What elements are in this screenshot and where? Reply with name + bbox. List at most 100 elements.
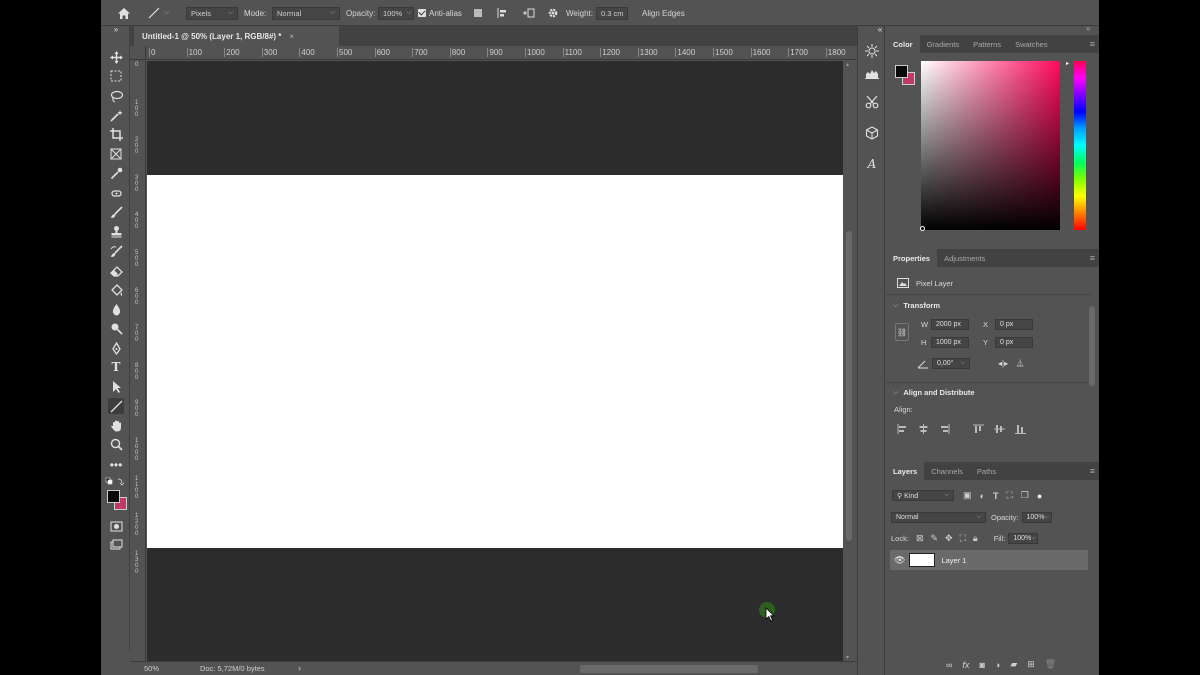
pixels-dropdown[interactable]: Pixels ⌵ <box>186 6 238 20</box>
dodge-tool-icon[interactable] <box>108 320 124 336</box>
lock-position-icon[interactable]: ✥ <box>945 533 953 544</box>
add-mask-icon[interactable]: ◙ <box>979 660 984 670</box>
hand-tool-icon[interactable] <box>108 417 124 433</box>
align-center-horizontal-icon[interactable] <box>918 424 929 434</box>
flip-horizontal-icon[interactable]: ◂|▸ <box>998 359 1008 368</box>
layer-opacity-field[interactable]: 100% ⌵ <box>1021 512 1052 523</box>
tab-layers[interactable]: Layers <box>886 462 925 480</box>
scroll-up-icon[interactable]: ▴ <box>846 61 849 68</box>
layer-row[interactable]: 👁︎ Layer 1 <box>890 550 1088 570</box>
align-left-icon[interactable] <box>897 424 908 434</box>
scroll-down-icon[interactable]: ▾ <box>846 654 849 661</box>
move-tool-icon[interactable] <box>108 49 124 65</box>
screen-mode-icon[interactable] <box>108 537 124 553</box>
tab-paths[interactable]: Paths <box>970 462 1003 480</box>
eyedropper-tool-icon[interactable] <box>108 165 124 181</box>
tab-properties[interactable]: Properties <box>886 249 938 267</box>
path-arrangement-icon[interactable] <box>521 6 535 20</box>
horizontal-ruler[interactable]: 0 100 200 300 400 500 600 700 800 900 1000 1100 1200… <box>146 46 856 60</box>
properties-menu-icon[interactable]: ≡ <box>1090 249 1099 267</box>
filter-kind-dropdown[interactable]: ⚲ Kind ⌵ <box>892 490 954 501</box>
fill-field[interactable]: 100% ⌵ <box>1008 533 1039 544</box>
opacity-field[interactable]: 100% ⌵ <box>378 6 414 20</box>
healing-brush-tool-icon[interactable] <box>108 185 124 201</box>
y-field[interactable]: 0 px <box>995 337 1033 348</box>
link-layers-icon[interactable]: ∞ <box>946 660 952 670</box>
angle-field[interactable]: 0,00° ⌵ <box>932 358 970 369</box>
new-adjustment-layer-icon[interactable]: ◑ <box>995 660 1000 670</box>
history-brush-tool-icon[interactable] <box>108 243 124 259</box>
color-field[interactable] <box>921 61 1060 230</box>
foreground-color-swatch[interactable] <box>107 490 120 503</box>
brush-tool-icon[interactable] <box>108 204 124 220</box>
filter-pixel-icon[interactable]: ▣ <box>963 490 972 501</box>
align-right-icon[interactable] <box>939 424 950 434</box>
type-tool-icon[interactable]: T <box>108 359 124 375</box>
vertical-scroll-thumb[interactable] <box>846 231 852 541</box>
adjustments-icon[interactable] <box>864 43 880 59</box>
lock-all-icon[interactable]: 🔒︎ <box>973 533 978 544</box>
path-selection-tool-icon[interactable] <box>108 378 124 394</box>
path-alignment-icon[interactable] <box>496 6 508 20</box>
mode-dropdown[interactable]: Normal ⌵ <box>272 6 340 20</box>
layer-style-fx-icon[interactable]: fx <box>962 660 969 670</box>
blur-tool-icon[interactable] <box>108 301 124 317</box>
width-field[interactable]: 2000 px <box>931 319 969 330</box>
document-canvas[interactable] <box>147 175 843 548</box>
color-picker-handle[interactable] <box>920 226 925 231</box>
lasso-tool-icon[interactable] <box>108 88 124 104</box>
align-section-header[interactable]: ⌵ Align and Distribute <box>893 388 1099 397</box>
layer-name[interactable]: Layer 1 <box>941 556 966 565</box>
magic-wand-tool-icon[interactable] <box>108 107 124 123</box>
tab-gradients[interactable]: Gradients <box>920 35 967 53</box>
properties-scroll-thumb[interactable] <box>1089 306 1095 386</box>
close-tab-icon[interactable]: × <box>289 32 294 41</box>
line-tool-preset-icon[interactable]: ⌵ <box>147 6 169 20</box>
marquee-tool-icon[interactable] <box>108 68 124 84</box>
home-icon[interactable] <box>117 6 131 20</box>
transform-section-header[interactable]: ⌵ Transform <box>893 301 1099 310</box>
align-bottom-icon[interactable] <box>1015 424 1026 434</box>
zoom-level[interactable]: 50% <box>144 664 159 673</box>
new-layer-icon[interactable]: ⊞ <box>1027 659 1035 670</box>
collapse-arrows-icon[interactable]: » <box>108 24 124 34</box>
filter-toggle-icon[interactable]: ● <box>1037 491 1042 501</box>
tab-patterns[interactable]: Patterns <box>966 35 1008 53</box>
path-operations-icon[interactable] <box>473 6 483 20</box>
hue-slider[interactable] <box>1074 61 1086 230</box>
status-menu-arrow-icon[interactable]: › <box>298 663 301 673</box>
line-tool-icon[interactable] <box>108 398 124 414</box>
crop-tool-icon[interactable] <box>108 126 124 142</box>
lock-image-icon[interactable]: ✎ <box>930 533 938 544</box>
lock-artboard-icon[interactable]: ⛶ <box>960 533 966 544</box>
glyphs-icon[interactable]: A <box>864 156 880 172</box>
lock-transparent-icon[interactable]: ⊠ <box>916 533 924 544</box>
more-tools-icon[interactable]: ••• <box>108 457 124 473</box>
new-group-icon[interactable]: ▰ <box>1010 659 1017 670</box>
frame-tool-icon[interactable] <box>108 146 124 162</box>
x-field[interactable]: 0 px <box>995 319 1033 330</box>
blend-mode-dropdown[interactable]: Normal ⌵ <box>891 512 986 523</box>
link-proportions-icon[interactable]: ⛓ <box>895 323 909 341</box>
panel-foreground-swatch[interactable] <box>895 65 908 78</box>
tab-channels[interactable]: Channels <box>924 462 970 480</box>
tools-scissors-icon[interactable] <box>864 94 880 110</box>
layers-menu-icon[interactable]: ≡ <box>1090 462 1099 480</box>
filter-smart-object-icon[interactable]: ❐ <box>1021 490 1029 501</box>
align-edges-option[interactable]: Align Edges <box>642 6 685 20</box>
ruler-origin[interactable] <box>130 46 146 60</box>
horizontal-scroll-thumb[interactable] <box>580 665 758 673</box>
align-center-vertical-icon[interactable] <box>994 424 1005 434</box>
panel-menu-icon[interactable]: ≡ <box>1090 35 1099 53</box>
clone-stamp-tool-icon[interactable] <box>108 223 124 239</box>
document-tab[interactable]: Untitled-1 @ 50% (Layer 1, RGB/8#) * × <box>134 26 339 46</box>
tab-color[interactable]: Color <box>886 35 920 53</box>
histogram-icon[interactable] <box>864 65 880 81</box>
tab-adjustments[interactable]: Adjustments <box>937 249 992 267</box>
antialias-checkbox[interactable]: Anti-alias <box>418 6 462 20</box>
weight-field[interactable]: 0.3 cm <box>596 6 628 20</box>
align-top-icon[interactable] <box>973 424 984 434</box>
flip-vertical-icon[interactable]: ⏅ <box>1016 358 1024 369</box>
filter-type-icon[interactable]: T <box>993 491 999 501</box>
height-field[interactable]: 1000 px <box>931 337 969 348</box>
